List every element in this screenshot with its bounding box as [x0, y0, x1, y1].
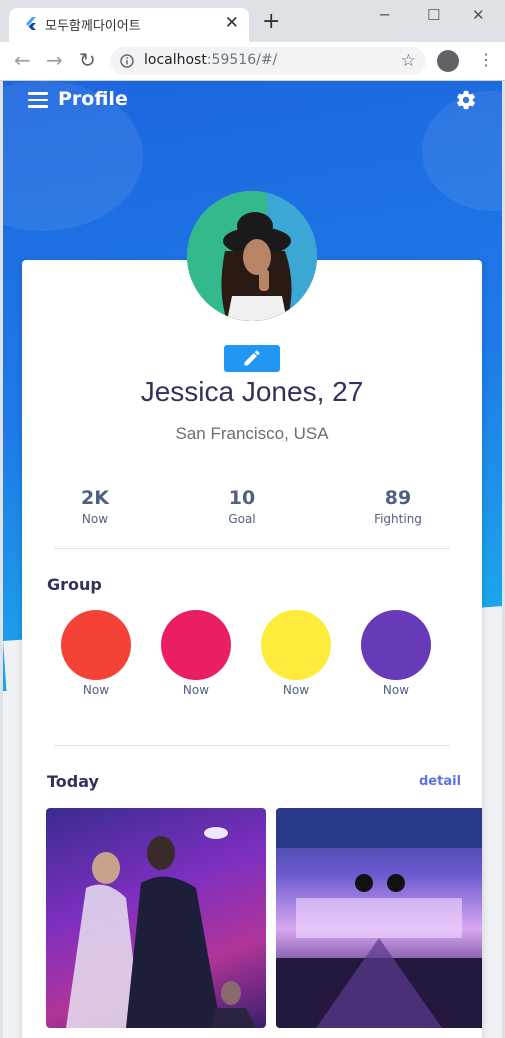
- tab-close-icon[interactable]: ✕: [225, 13, 239, 33]
- profile-location: San Francisco, USA: [175, 424, 329, 443]
- group-avatar: [261, 610, 331, 680]
- today-heading: Today: [47, 772, 99, 791]
- group-member[interactable]: Now: [361, 610, 431, 697]
- divider: [54, 745, 450, 746]
- flutter-icon: [26, 17, 36, 30]
- back-icon[interactable]: ←: [14, 50, 31, 70]
- group-member[interactable]: Now: [261, 610, 331, 697]
- stat-goal: 10 Goal: [182, 487, 302, 526]
- address-bar[interactable]: localhost:59516/#/ ☆: [110, 47, 426, 75]
- today-photo-hall[interactable]: [276, 808, 482, 1028]
- window-close-icon[interactable]: ✕: [472, 6, 485, 24]
- forward-icon[interactable]: →: [46, 50, 63, 70]
- group-avatar: [161, 610, 231, 680]
- group-label: Now: [282, 683, 310, 697]
- reload-icon[interactable]: ↻: [79, 50, 96, 70]
- url-text: localhost:59516/#/: [144, 52, 277, 68]
- group-member[interactable]: Now: [61, 610, 131, 697]
- group-label: Now: [382, 683, 410, 697]
- group-member[interactable]: Now: [161, 610, 231, 697]
- stat-label: Goal: [228, 512, 256, 526]
- profile-name: Jessica Jones, 27: [140, 376, 364, 407]
- stat-fighting: 89 Fighting: [338, 487, 458, 526]
- bookmark-star-icon[interactable]: ☆: [401, 51, 416, 71]
- stat-label: Fighting: [374, 512, 422, 526]
- dancing-couple-image: [66, 827, 256, 1028]
- browser-tab[interactable]: 모두함께다이어트 ✕: [9, 8, 249, 42]
- group-heading: Group: [47, 575, 102, 594]
- stat-value: 10: [228, 487, 256, 509]
- browser-toolbar: ← → ↻ localhost:59516/#/ ☆ ⋮: [0, 42, 505, 81]
- group-avatar: [361, 610, 431, 680]
- stat-value: 2K: [81, 487, 109, 509]
- today-photo-couple[interactable]: [46, 808, 266, 1028]
- menu-kebab-icon[interactable]: ⋮: [478, 52, 494, 68]
- maximize-icon[interactable]: ☐: [427, 6, 440, 24]
- url-host: localhost: [144, 52, 207, 68]
- minimize-icon[interactable]: ─: [380, 6, 389, 24]
- edit-profile-button[interactable]: [224, 345, 280, 372]
- group-label: Now: [82, 683, 110, 697]
- hamburger-menu-icon[interactable]: [28, 92, 48, 108]
- stat-label: Now: [81, 512, 109, 526]
- url-path: :59516/#/: [206, 52, 278, 68]
- neon-hall-image: [276, 808, 482, 1028]
- pencil-icon: [244, 350, 260, 366]
- profile-avatar: [187, 191, 317, 321]
- tab-title: 모두함께다이어트: [45, 19, 141, 34]
- info-icon: [120, 54, 134, 68]
- group-label: Now: [182, 683, 210, 697]
- profile-photo: [187, 191, 317, 321]
- stat-now: 2K Now: [35, 487, 155, 526]
- profile-card: Jessica Jones, 27 San Francisco, USA 2K …: [22, 260, 482, 1038]
- settings-gear-icon[interactable]: [455, 89, 477, 111]
- group-avatar: [61, 610, 131, 680]
- detail-link[interactable]: detail: [419, 774, 461, 789]
- browser-titlebar: 모두함께다이어트 ✕ + ─ ☐ ✕: [0, 0, 505, 42]
- new-tab-icon[interactable]: +: [262, 11, 280, 33]
- divider: [54, 548, 450, 549]
- account-icon[interactable]: [437, 50, 459, 72]
- stat-value: 89: [384, 487, 412, 509]
- page-title: Profile: [58, 88, 128, 110]
- app-viewport: Profile Jessica Jones, 27 San Francisco,…: [3, 81, 502, 1038]
